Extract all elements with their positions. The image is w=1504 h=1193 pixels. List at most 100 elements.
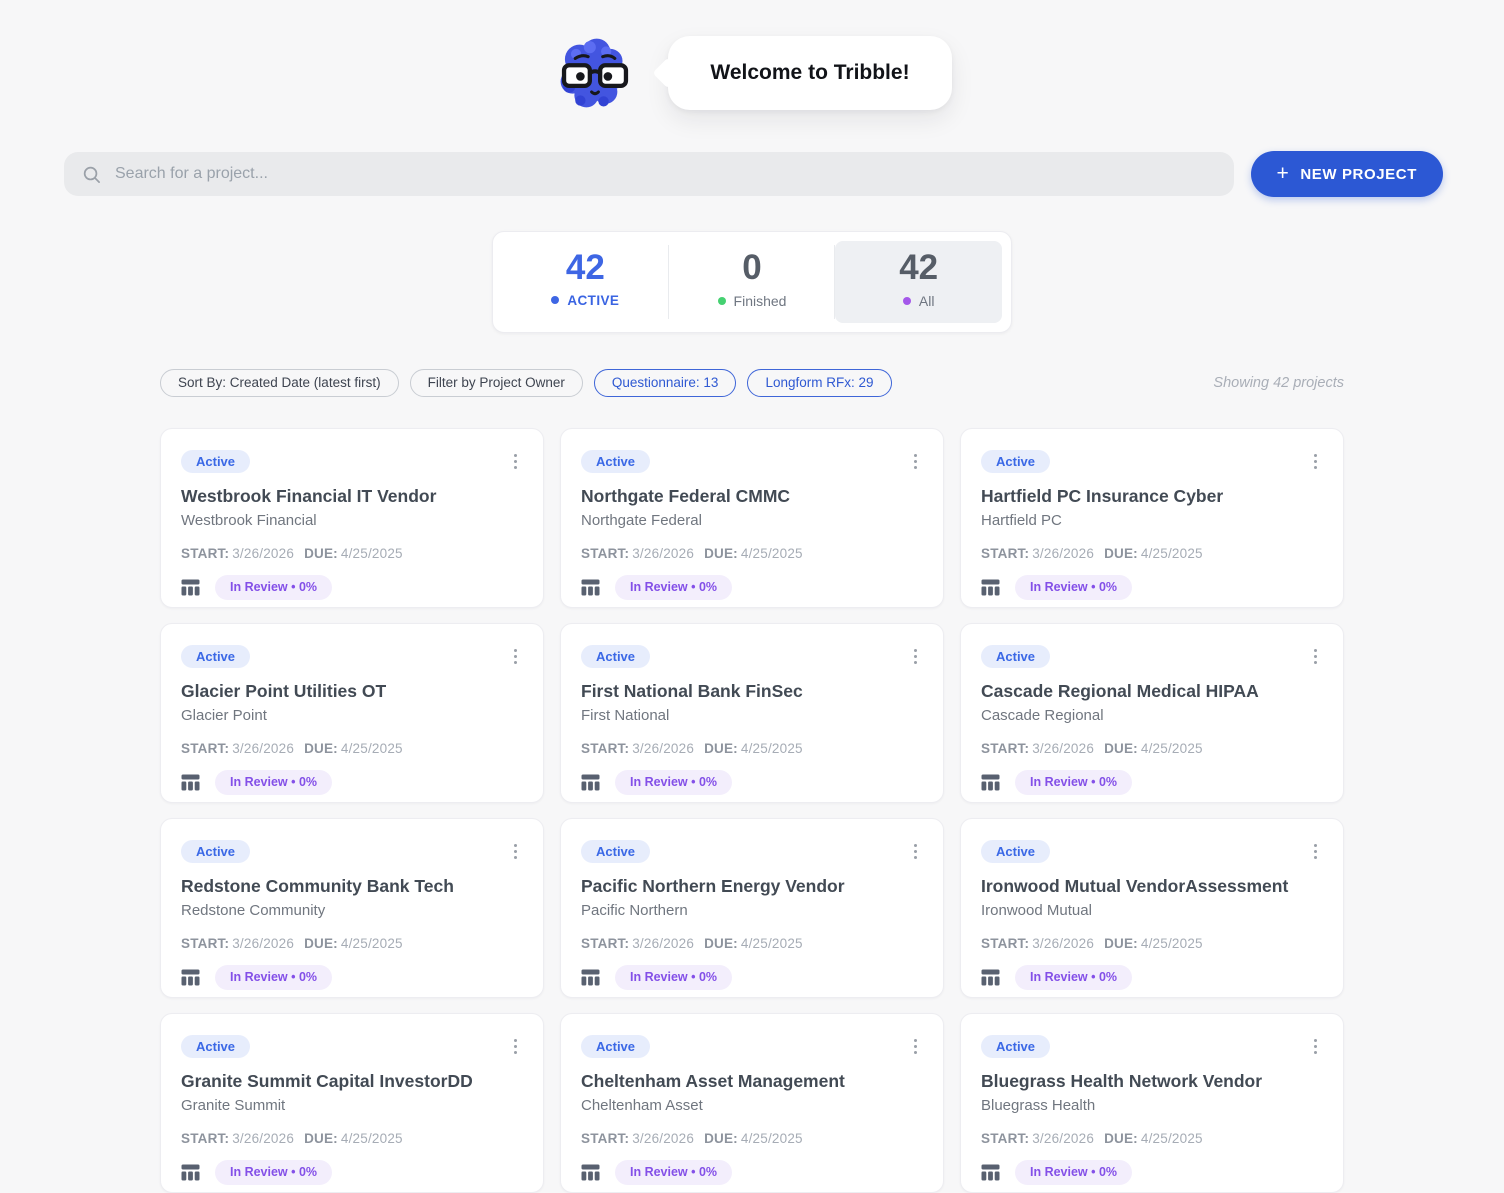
search-bar[interactable] [64,152,1234,196]
project-card[interactable]: Active First National Bank FinSec First … [560,622,944,803]
stat-finished[interactable]: 0 Finished [667,241,836,323]
kebab-menu-icon[interactable] [908,450,924,474]
status-badge: Active [581,644,651,669]
table-icon [981,579,1000,596]
start-label: START: [981,546,1030,562]
search-input[interactable] [115,165,1216,183]
due-date: 4/25/2025 [740,546,803,562]
due-label: DUE: [704,546,738,562]
project-company: Redstone Community [181,902,326,920]
stat-all[interactable]: 42 All [834,241,1003,323]
start-label: START: [581,546,630,562]
project-company: Bluegrass Health [981,1097,1096,1115]
start-label: START: [981,936,1030,952]
review-status-pill: In Review • 0% [615,1160,733,1186]
project-title: Ironwood Mutual VendorAssessment [981,876,1289,897]
project-card[interactable]: Active Pacific Northern Energy Vendor Pa… [560,817,944,998]
due-date: 4/25/2025 [1140,1131,1203,1147]
table-icon [181,579,200,596]
start-label: START: [181,1131,230,1147]
table-icon [581,969,600,986]
longform-rfx-chip[interactable]: Longform RFx: 29 [747,368,892,397]
due-label: DUE: [304,546,338,562]
due-date: 4/25/2025 [1140,741,1203,757]
kebab-menu-icon[interactable] [1308,840,1324,864]
project-title: Glacier Point Utilities OT [181,681,387,702]
due-date: 4/25/2025 [740,741,803,757]
project-card[interactable]: Active Bluegrass Health Network Vendor B… [960,1012,1344,1193]
start-date: 3/26/2026 [1032,936,1095,952]
search-row: + NEW PROJECT [64,151,1443,197]
project-company: Hartfield PC [981,512,1062,530]
review-status-pill: In Review • 0% [1015,575,1133,601]
start-date: 3/26/2026 [632,741,695,757]
project-dates: START: 3/26/2026 DUE: 4/25/2025 [981,741,1323,756]
sort-by-chip[interactable]: Sort By: Created Date (latest first) [160,368,399,397]
project-company: Pacific Northern [581,902,688,920]
project-card[interactable]: Active Hartfield PC Insurance Cyber Hart… [960,427,1344,608]
project-company: Cheltenham Asset [581,1097,703,1115]
project-title: Hartfield PC Insurance Cyber [981,486,1224,507]
project-card[interactable]: Active Northgate Federal CMMC Northgate … [560,427,944,608]
project-title: Cascade Regional Medical HIPAA [981,681,1259,702]
table-icon [981,969,1000,986]
status-badge: Active [981,839,1051,864]
project-card[interactable]: Active Cheltenham Asset Management Chelt… [560,1012,944,1193]
showing-count-text: Showing 42 projects [1213,374,1344,391]
plus-icon: + [1276,161,1290,185]
project-card[interactable]: Active Westbrook Financial IT Vendor Wes… [160,427,544,608]
kebab-menu-icon[interactable] [1308,645,1324,669]
start-label: START: [181,741,230,757]
new-project-button[interactable]: + NEW PROJECT [1250,151,1443,197]
review-status-pill: In Review • 0% [615,965,733,991]
start-date: 3/26/2026 [632,1131,695,1147]
project-title: Northgate Federal CMMC [581,486,791,507]
welcome-bubble: Welcome to Tribble! [668,36,952,110]
search-icon [83,166,100,183]
status-badge: Active [181,1034,251,1059]
kebab-menu-icon[interactable] [1308,1035,1324,1059]
start-date: 3/26/2026 [232,936,295,952]
start-date: 3/26/2026 [1032,1131,1095,1147]
kebab-menu-icon[interactable] [508,1035,524,1059]
kebab-menu-icon[interactable] [908,840,924,864]
review-status-pill: In Review • 0% [215,575,333,601]
filter-owner-chip[interactable]: Filter by Project Owner [409,368,583,397]
project-card[interactable]: Active Granite Summit Capital InvestorDD… [160,1012,544,1193]
kebab-menu-icon[interactable] [508,450,524,474]
kebab-menu-icon[interactable] [1308,450,1324,474]
kebab-menu-icon[interactable] [508,645,524,669]
due-label: DUE: [1104,741,1138,757]
project-card[interactable]: Active Glacier Point Utilities OT Glacie… [160,622,544,803]
due-label: DUE: [704,1131,738,1147]
filter-row: Sort By: Created Date (latest first) Fil… [160,368,1344,397]
project-dates: START: 3/26/2026 DUE: 4/25/2025 [181,936,523,951]
due-label: DUE: [304,936,338,952]
project-card[interactable]: Active Ironwood Mutual VendorAssessment … [960,817,1344,998]
tribble-mascot-icon [561,38,629,108]
start-date: 3/26/2026 [232,741,295,757]
start-date: 3/26/2026 [1032,546,1095,562]
project-dates: START: 3/26/2026 DUE: 4/25/2025 [181,1131,523,1146]
project-card[interactable]: Active Cascade Regional Medical HIPAA Ca… [960,622,1344,803]
start-date: 3/26/2026 [232,546,295,562]
start-date: 3/26/2026 [632,546,695,562]
project-company: First National [581,707,670,725]
questionnaire-chip[interactable]: Questionnaire: 13 [593,368,737,397]
kebab-menu-icon[interactable] [908,1035,924,1059]
stat-active[interactable]: 42 ACTIVE [502,241,669,323]
due-label: DUE: [1104,936,1138,952]
project-dates: START: 3/26/2026 DUE: 4/25/2025 [181,546,523,561]
due-date: 4/25/2025 [1140,936,1203,952]
project-stats-card: 42 ACTIVE 0 Finished 42 All [492,231,1012,333]
due-label: DUE: [304,741,338,757]
table-icon [581,1164,600,1181]
project-title: Bluegrass Health Network Vendor [981,1071,1263,1092]
due-date: 4/25/2025 [1140,546,1203,562]
project-dates: START: 3/26/2026 DUE: 4/25/2025 [581,936,923,951]
project-card[interactable]: Active Redstone Community Bank Tech Reds… [160,817,544,998]
kebab-menu-icon[interactable] [908,645,924,669]
review-status-pill: In Review • 0% [215,965,333,991]
project-title: Granite Summit Capital InvestorDD [181,1071,473,1092]
kebab-menu-icon[interactable] [508,840,524,864]
